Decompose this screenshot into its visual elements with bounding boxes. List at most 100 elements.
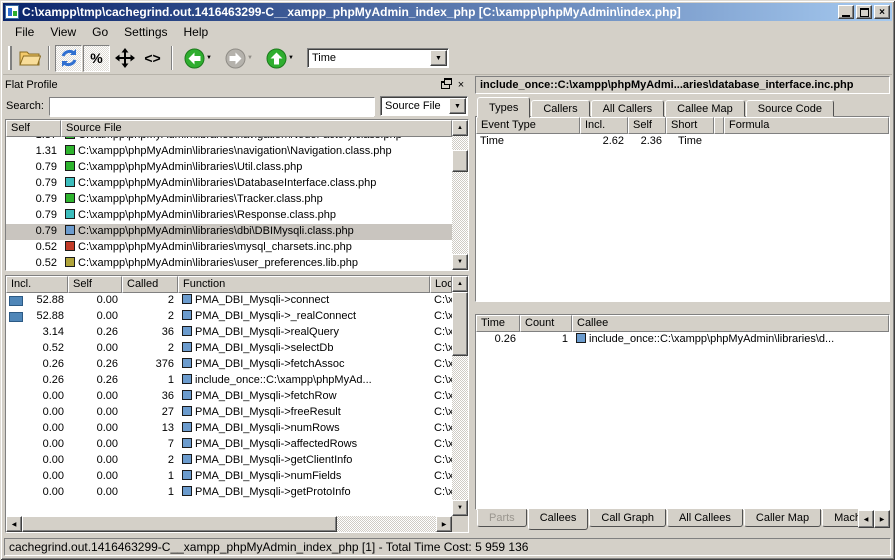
cycle-detection-button[interactable] — [55, 45, 82, 72]
toolbar-handle[interactable] — [8, 46, 12, 70]
col-header-function[interactable]: Function — [178, 276, 430, 293]
incl-cost: 0.26 — [6, 357, 68, 373]
function-row[interactable]: 0.00 0.00 2 PMA_DBI_Mysqli->getClientInf… — [6, 453, 452, 469]
function-row[interactable]: 52.88 0.00 2 PMA_DBI_Mysqli->_realConnec… — [6, 309, 452, 325]
title-bar[interactable]: C:\xampp\tmp\cachegrind.out.1416463299-C… — [3, 3, 892, 21]
forward-dropdown-icon[interactable]: ▼ — [247, 55, 253, 61]
menu-item[interactable]: Help — [176, 23, 217, 41]
maximize-button[interactable] — [856, 5, 872, 19]
back-button[interactable]: ▼ — [178, 45, 218, 72]
function-row[interactable]: 0.00 0.00 13 PMA_DBI_Mysqli->numRows C:\… — [6, 421, 452, 437]
detail-tab[interactable]: Caller Map — [744, 509, 821, 527]
source-file-row[interactable]: 0.79 C:\xampp\phpMyAdmin\libraries\dbi\D… — [6, 224, 452, 240]
function-row[interactable]: 0.00 0.00 27 PMA_DBI_Mysqli->freeResult … — [6, 405, 452, 421]
function-table-vscrollbar[interactable]: ▲ ▼ — [452, 276, 468, 516]
scroll-down-icon[interactable]: ▼ — [452, 500, 468, 516]
shorten-templates-button[interactable]: <> — [139, 45, 166, 72]
up-button[interactable]: ▼ — [260, 45, 300, 72]
scroll-up-icon[interactable]: ▲ — [452, 276, 468, 292]
scrollbar-thumb[interactable] — [452, 292, 468, 356]
detail-tab[interactable]: Call Graph — [589, 509, 666, 527]
col-header-location[interactable]: Location — [430, 276, 452, 293]
minimize-button[interactable] — [838, 5, 854, 19]
back-dropdown-icon[interactable]: ▼ — [206, 55, 212, 61]
col-header-source-file[interactable]: Source File — [61, 120, 452, 137]
col-header-time[interactable]: Time — [476, 315, 520, 332]
function-row[interactable]: 3.14 0.26 36 PMA_DBI_Mysqli->realQuery C… — [6, 325, 452, 341]
detail-tab[interactable]: Callees — [528, 509, 589, 530]
event-type-combo[interactable]: Time ▼ — [307, 48, 449, 68]
horizontal-splitter[interactable] — [475, 302, 890, 314]
close-icon: × — [879, 7, 885, 18]
combo-dropdown-button[interactable]: ▼ — [449, 98, 466, 114]
col-header-incl[interactable]: Incl. — [580, 117, 628, 134]
source-file-row[interactable]: 0.79 C:\xampp\phpMyAdmin\libraries\Datab… — [6, 176, 452, 192]
function-row[interactable]: 0.52 0.00 2 PMA_DBI_Mysqli->selectDb C:\… — [6, 341, 452, 357]
dock-float-button[interactable] — [437, 78, 453, 92]
relative-percent-button[interactable]: % — [83, 45, 110, 72]
grouping-combo[interactable]: Source File ▼ — [380, 96, 468, 116]
dock-close-button[interactable]: × — [453, 78, 469, 92]
col-header-self[interactable]: Self — [6, 120, 61, 137]
source-file-row[interactable]: 0.52 C:\xampp\phpMyAdmin\libraries\mysql… — [6, 240, 452, 256]
scrollbar-corner — [452, 516, 468, 532]
relative-to-parent-button[interactable] — [111, 45, 138, 72]
tab-scroll-left-icon[interactable]: ◀ — [858, 510, 874, 528]
app-icon — [5, 5, 19, 19]
col-header-short[interactable]: Short — [666, 117, 714, 134]
tab-scroll-right-icon[interactable]: ▶ — [874, 510, 890, 528]
dock-header[interactable]: Flat Profile × — [5, 76, 469, 93]
menu-item[interactable]: Go — [84, 23, 116, 41]
function-row[interactable]: 0.00 0.00 1 PMA_DBI_Mysqli->getProtoInfo… — [6, 485, 452, 501]
function-row[interactable]: 0.26 0.26 1 include_once::C:\xampp\phpMy… — [6, 373, 452, 389]
function-row[interactable]: 0.00 0.00 36 PMA_DBI_Mysqli->fetchRow C:… — [6, 389, 452, 405]
col-header-incl[interactable]: Incl. — [6, 276, 68, 293]
scrollbar-thumb[interactable] — [22, 516, 337, 532]
function-row[interactable]: 0.00 0.00 7 PMA_DBI_Mysqli->affectedRows… — [6, 437, 452, 453]
col-header-self[interactable]: Self — [628, 117, 666, 134]
source-file-row[interactable]: 0.79 C:\xampp\phpMyAdmin\libraries\Respo… — [6, 208, 452, 224]
scroll-down-icon[interactable]: ▼ — [452, 254, 468, 270]
forward-button[interactable]: ▼ — [219, 45, 259, 72]
source-file-row[interactable]: 1.37 C:\xampp\phpMyAdmin\libraries\navig… — [6, 137, 452, 144]
detail-tab[interactable]: All Callees — [667, 509, 743, 527]
col-header-count[interactable]: Count — [520, 315, 572, 332]
menu-item[interactable]: File — [7, 23, 42, 41]
up-dropdown-icon[interactable]: ▼ — [288, 55, 294, 61]
col-header-self[interactable]: Self — [68, 276, 122, 293]
scroll-left-icon[interactable]: ◀ — [6, 516, 22, 532]
col-header-callee[interactable]: Callee — [572, 315, 889, 332]
function-row[interactable]: 0.00 0.00 1 PMA_DBI_Mysqli->numFields C:… — [6, 469, 452, 485]
scroll-up-icon[interactable]: ▲ — [452, 120, 468, 136]
detail-tab[interactable]: Source Code — [746, 100, 834, 117]
event-type-row[interactable]: Time 2.62 2.36 Time — [476, 134, 889, 150]
col-header-formula[interactable]: Formula — [724, 117, 889, 134]
scroll-right-icon[interactable]: ▶ — [436, 516, 452, 532]
search-input[interactable] — [50, 98, 374, 117]
function-table-hscrollbar[interactable]: ◀ ▶ — [6, 516, 452, 532]
menu-item[interactable]: View — [42, 23, 84, 41]
detail-tab[interactable]: All Callers — [591, 100, 665, 117]
function-row[interactable]: 52.88 0.00 2 PMA_DBI_Mysqli->connect C:\… — [6, 293, 452, 309]
menu-item[interactable]: Settings — [116, 23, 175, 41]
col-header-event-type[interactable]: Event Type — [476, 117, 580, 134]
source-file-row[interactable]: 0.52 C:\xampp\phpMyAdmin\libraries\user_… — [6, 256, 452, 270]
toolbar-separator — [48, 46, 50, 70]
source-file-row[interactable]: 0.79 C:\xampp\phpMyAdmin\libraries\Track… — [6, 192, 452, 208]
detail-tab[interactable]: Parts — [477, 509, 527, 527]
close-button[interactable]: × — [874, 5, 890, 19]
detail-tab[interactable]: Types — [477, 97, 530, 118]
source-file-row[interactable]: 1.31 C:\xampp\phpMyAdmin\libraries\navig… — [6, 144, 452, 160]
source-file-row[interactable]: 0.79 C:\xampp\phpMyAdmin\libraries\Util.… — [6, 160, 452, 176]
col-header-called[interactable]: Called — [122, 276, 178, 293]
function-row[interactable]: 0.26 0.26 376 PMA_DBI_Mysqli->fetchAssoc… — [6, 357, 452, 373]
detail-tab[interactable]: Callee Map — [665, 100, 745, 117]
open-file-button[interactable] — [16, 45, 43, 72]
combo-dropdown-button[interactable]: ▼ — [430, 50, 447, 66]
scrollbar-thumb[interactable] — [452, 150, 468, 172]
detail-tab[interactable]: Callers — [531, 100, 589, 117]
detail-tab[interactable]: Machine — [822, 509, 858, 527]
callee-row[interactable]: 0.26 1 include_once::C:\xampp\phpMyAdmin… — [476, 332, 889, 348]
source-list-scrollbar[interactable]: ▲ ▼ — [452, 120, 468, 270]
angle-brackets-icon: <> — [144, 50, 160, 66]
